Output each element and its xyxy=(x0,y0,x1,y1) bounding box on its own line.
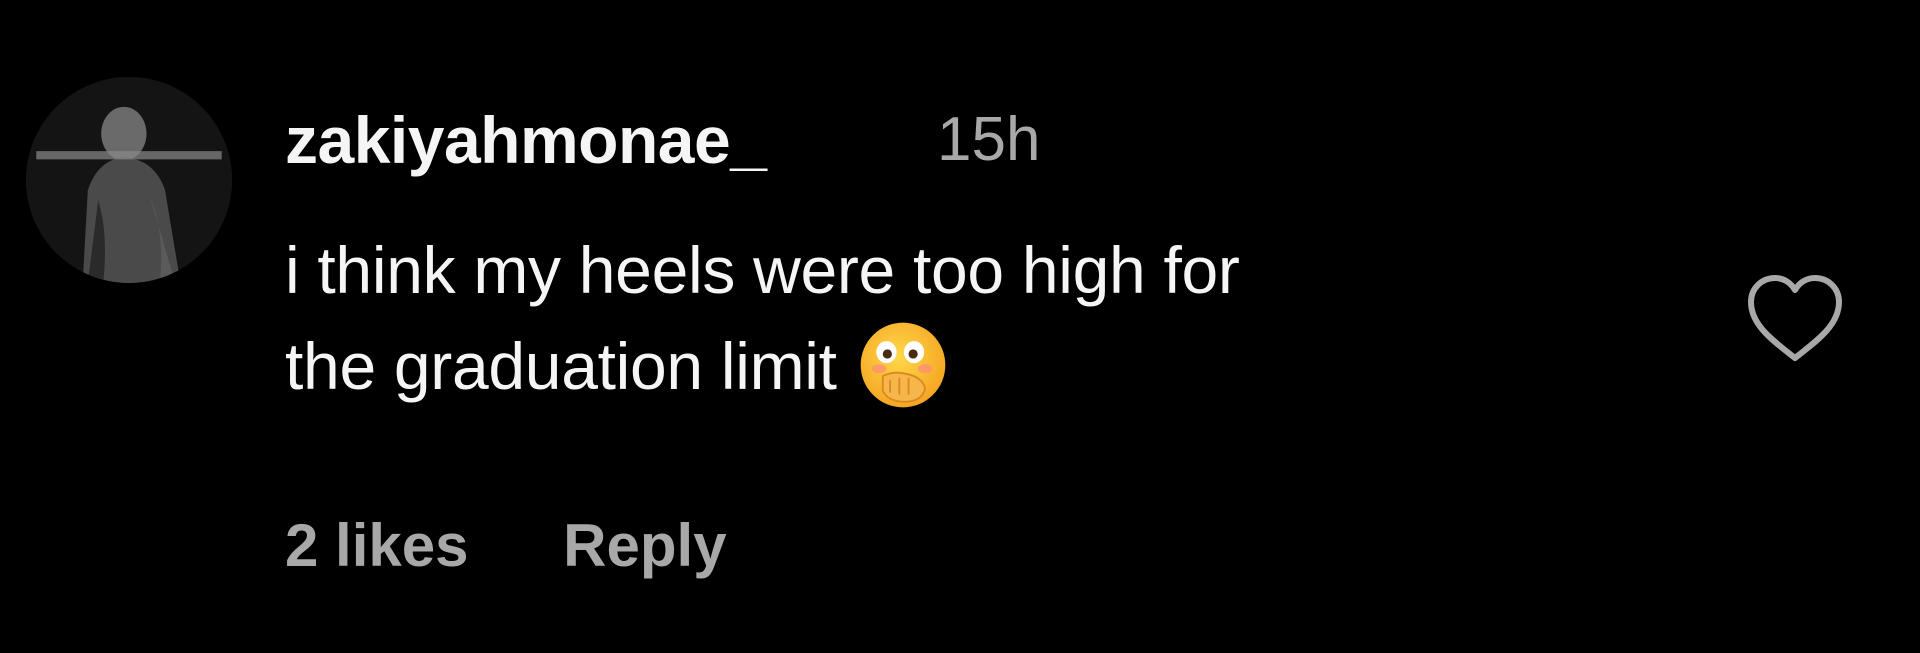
avatar-photo xyxy=(26,77,232,283)
likes-count[interactable]: 2 likes xyxy=(285,512,469,579)
comment-meta: 2 likes Reply xyxy=(285,506,727,586)
comment-timestamp: 15h xyxy=(937,105,1041,174)
comment-text-line-2-wrapper: the graduation limit xyxy=(285,318,1665,414)
comment-text-line-2: the graduation limit xyxy=(285,329,837,403)
reply-button[interactable]: Reply xyxy=(563,512,726,579)
flushed-face-hand-over-mouth-emoji xyxy=(857,319,949,411)
comment-text: i think my heels were too high for the g… xyxy=(285,222,1665,414)
comment-text-line-1: i think my heels were too high for xyxy=(285,233,1240,307)
comment-item: zakiyahmonae_ 15h i think my heels were … xyxy=(0,0,1920,653)
username[interactable]: zakiyahmonae_ xyxy=(285,100,767,180)
avatar[interactable] xyxy=(26,77,232,283)
heart-outline-icon[interactable] xyxy=(1745,272,1845,364)
